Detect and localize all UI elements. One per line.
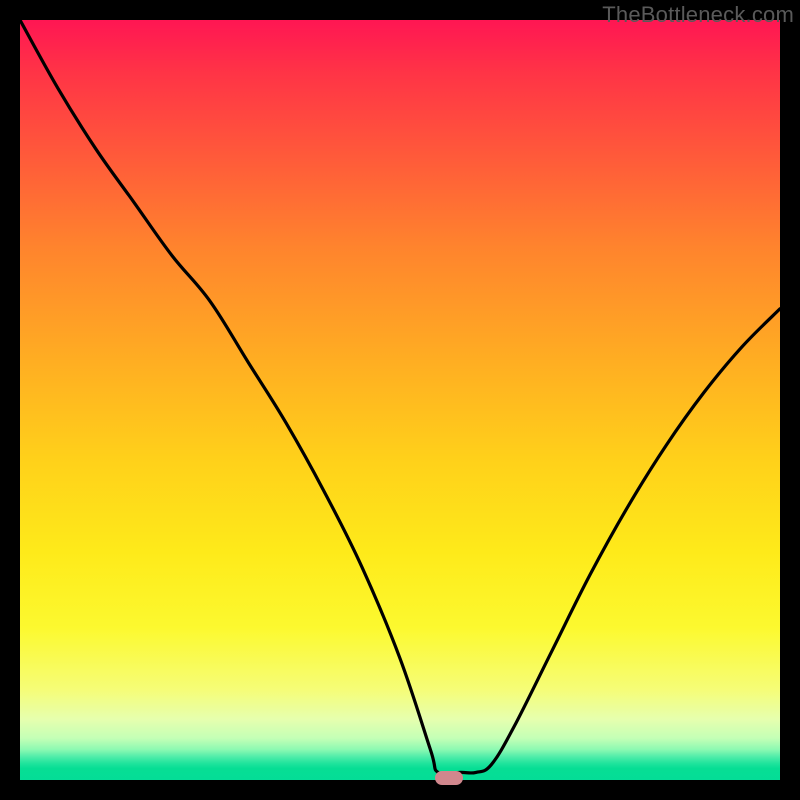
optimal-marker	[435, 771, 463, 785]
plot-area	[20, 20, 780, 780]
bottleneck-curve	[20, 20, 780, 774]
watermark-text: TheBottleneck.com	[602, 2, 794, 28]
chart-container: TheBottleneck.com	[0, 0, 800, 800]
curve-svg	[20, 20, 780, 780]
